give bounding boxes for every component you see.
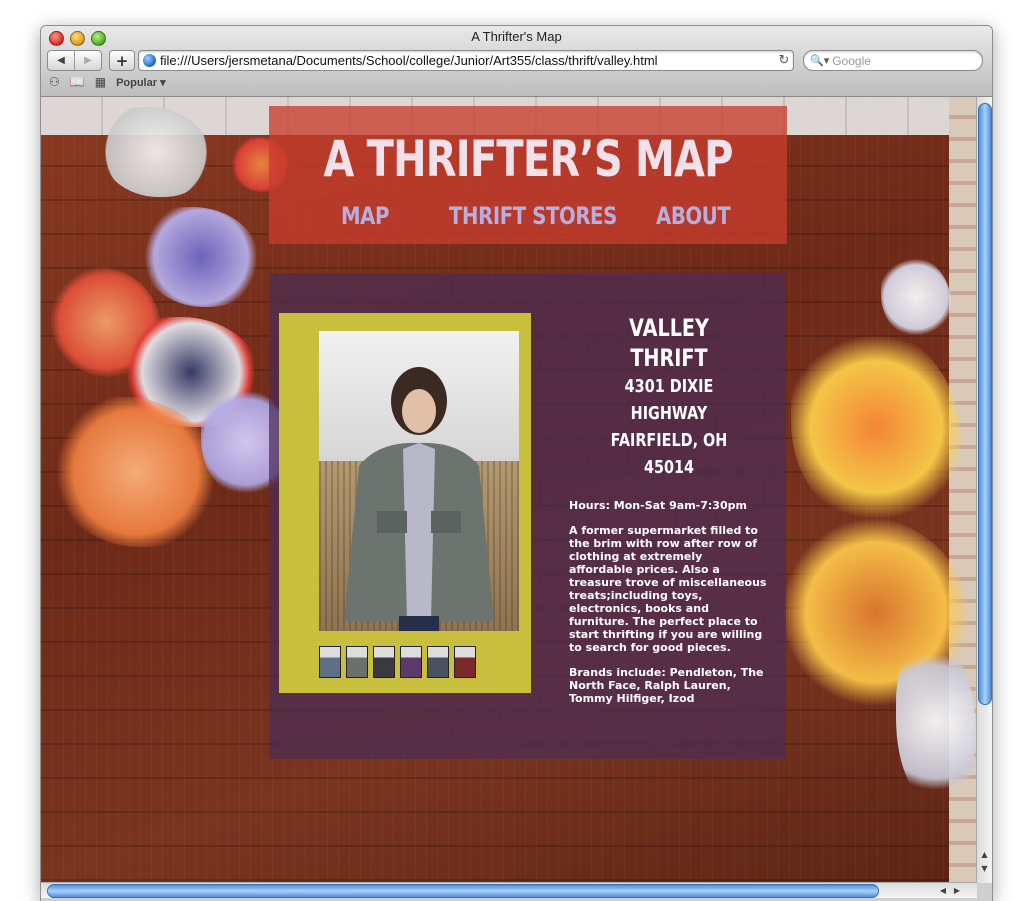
scroll-up-arrow-icon[interactable]: ▲ [977, 849, 992, 861]
horizontal-scrollbar[interactable]: ◀ ▶ [41, 882, 977, 898]
gallery-thumbnail[interactable] [427, 646, 449, 678]
address-bar[interactable]: file:///Users/jersmetana/Documents/Schoo… [138, 50, 794, 71]
url-text[interactable]: file:///Users/jersmetana/Documents/Schoo… [160, 53, 775, 68]
popular-bookmarks-menu[interactable]: Popular ▾ [116, 76, 166, 89]
top-sites-grid-icon[interactable]: ▦ [95, 75, 106, 89]
globe-icon [143, 54, 156, 67]
origami-flower-decoration [791, 327, 961, 527]
bookmarks-bar: ⚇ 📖 ▦ Popular ▾ [49, 75, 166, 89]
store-address-line2: FAIRFIELD, OH 45014 [610, 430, 728, 478]
nav-link-map[interactable]: MAP [341, 202, 389, 230]
plus-icon: + [115, 51, 129, 70]
store-address-line1: 4301 DIXIE HIGHWAY [624, 376, 714, 424]
reload-icon[interactable]: ↻ [775, 53, 793, 68]
scroll-right-arrow-icon[interactable]: ▶ [951, 883, 963, 898]
scroll-down-arrow-icon[interactable]: ▼ [977, 863, 992, 875]
store-description: A former supermarket filled to the brim … [569, 524, 767, 654]
store-hours: Hours: Mon-Sat 9am-7:30pm [569, 499, 747, 512]
window-title: A Thrifter's Map [471, 29, 562, 44]
gallery-thumbnail[interactable] [319, 646, 341, 678]
history-buttons: ◀ ▶ [47, 50, 102, 71]
back-button[interactable]: ◀ [48, 51, 74, 70]
nav-link-thrift-stores[interactable]: THRIFT STORES [449, 202, 617, 230]
horizontal-scroll-thumb[interactable] [47, 884, 879, 898]
nav-link-about[interactable]: ABOUT [656, 202, 731, 230]
vertical-scroll-thumb[interactable] [978, 103, 992, 705]
scroll-left-arrow-icon[interactable]: ◀ [937, 883, 949, 898]
title-bar: A Thrifter's Map ◀ ▶ + file:///Users/jer… [41, 26, 992, 97]
search-placeholder: Google [832, 53, 871, 68]
forward-arrow-icon: ▶ [84, 55, 92, 66]
thumbnail-strip [319, 646, 476, 678]
browser-window: A Thrifter's Map ◀ ▶ + file:///Users/jer… [40, 25, 993, 901]
back-arrow-icon: ◀ [57, 55, 65, 66]
origami-flower-decoration [141, 207, 261, 307]
search-field[interactable]: 🔍▾ Google [803, 50, 983, 71]
photo-gallery [279, 313, 531, 693]
store-name: VALLEY THRIFT [629, 314, 709, 372]
search-icon[interactable]: 🔍▾ [810, 54, 829, 67]
add-bookmark-button[interactable]: + [109, 50, 135, 71]
vertical-scrollbar[interactable]: ▲ ▼ [976, 97, 992, 883]
forward-button[interactable]: ▶ [74, 51, 101, 70]
site-header: A THRIFTER’S MAP MAP THRIFT STORES ABOUT [269, 106, 787, 244]
bookmarks-book-icon[interactable]: 📖 [70, 75, 85, 89]
reading-list-icon[interactable]: ⚇ [49, 75, 60, 89]
store-photo [319, 331, 519, 631]
gallery-thumbnail[interactable] [346, 646, 368, 678]
model-illustration [344, 367, 494, 631]
gallery-thumbnail[interactable] [373, 646, 395, 678]
origami-flower-decoration [881, 257, 951, 337]
store-info: VALLEY THRIFT 4301 DIXIE HIGHWAY FAIRFIE… [569, 313, 769, 705]
site-title: A THRIFTER’S MAP [323, 130, 733, 188]
store-brands: Brands include: Pendleton, The North Fac… [569, 666, 764, 705]
store-panel: VALLEY THRIFT 4301 DIXIE HIGHWAY FAIRFIE… [269, 273, 786, 759]
web-page: A THRIFTER’S MAP MAP THRIFT STORES ABOUT [41, 97, 977, 883]
gallery-thumbnail[interactable] [400, 646, 422, 678]
gallery-thumbnail[interactable] [454, 646, 476, 678]
